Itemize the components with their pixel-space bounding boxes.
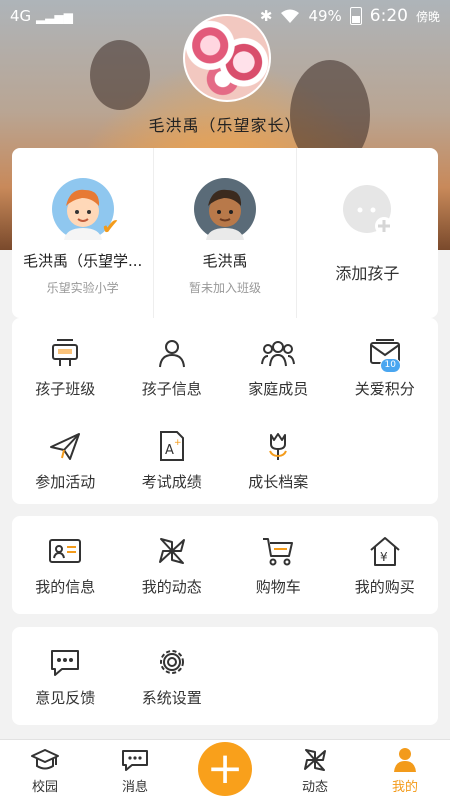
cart-icon — [263, 538, 294, 566]
tab-moments[interactable]: 动态 — [270, 740, 360, 801]
svg-text:A: A — [165, 443, 174, 458]
care-points-badge: 10 — [379, 358, 401, 373]
chat-icon — [51, 650, 80, 676]
class-label: 孩子班级 — [35, 380, 96, 398]
id-card-icon — [49, 539, 82, 563]
silhouette-child — [90, 40, 150, 110]
pinwheel-icon — [158, 538, 185, 564]
family-icon — [261, 341, 296, 367]
svg-text:¥: ¥ — [380, 550, 388, 564]
clock-time: 6:20 — [369, 6, 408, 26]
my-features-card: 我的信息 我的动态 购物车 ¥ 我的购买 — [12, 516, 438, 614]
pinwheel-tab-icon — [304, 749, 326, 771]
child-features-card: 孩子班级 孩子信息 家庭成员 10 关爱积分 参加活动 A + 考试成绩 成长档案 — [12, 318, 438, 504]
child-name-1: 毛洪禹（乐望学... — [23, 252, 143, 270]
child-name-2: 毛洪禹 — [202, 252, 248, 270]
grade-paper-icon: A + — [159, 431, 184, 461]
tab-messages[interactable]: 消息 — [90, 740, 180, 801]
boy-dark-avatar-icon — [205, 189, 244, 240]
tab-moments-label: 动态 — [301, 780, 328, 795]
child-school-1: 乐望实验小学 — [46, 281, 119, 295]
system-settings-label: 系统设置 — [141, 689, 202, 707]
settings-card: 意见反馈 系统设置 — [12, 627, 438, 725]
my-moments-button[interactable]: 我的动态 — [119, 516, 226, 602]
battery-percent: 49% — [308, 7, 342, 25]
my-moments-label: 我的动态 — [141, 578, 202, 596]
tulip-icon — [269, 433, 288, 460]
selected-check-icon: ✔ — [101, 215, 120, 240]
my-purchases-button[interactable]: ¥ 我的购买 — [332, 516, 439, 602]
child-info-button[interactable]: 孩子信息 — [119, 318, 226, 404]
svg-text:+: + — [174, 438, 182, 448]
graduation-cap-icon — [31, 749, 59, 770]
tab-messages-label: 消息 — [121, 780, 148, 795]
family-label: 家庭成员 — [248, 380, 309, 398]
family-button[interactable]: 家庭成员 — [225, 318, 332, 404]
feedback-label: 意见反馈 — [35, 689, 96, 707]
signal-icon: ▂▃▅▆ — [35, 10, 73, 24]
status-right: ✱ 49% 6:20 傍晚 — [260, 6, 440, 26]
my-purchases-label: 我的购买 — [354, 578, 415, 596]
network-label: 4G — [10, 7, 32, 25]
bluetooth-icon: ✱ — [259, 7, 273, 25]
system-settings-button[interactable]: 系统设置 — [119, 627, 226, 713]
exam-button[interactable]: A + 考试成绩 — [119, 411, 226, 497]
activity-button[interactable]: 参加活动 — [12, 411, 119, 497]
tab-mine-label: 我的 — [391, 780, 418, 795]
message-icon — [122, 750, 148, 771]
yen-house-icon: ¥ — [370, 537, 400, 566]
battery-icon — [349, 7, 362, 25]
signboard-icon — [52, 339, 79, 366]
cart-label: 购物车 — [255, 578, 301, 596]
add-child-avatar — [336, 178, 399, 240]
care-points-label: 关爱积分 — [354, 380, 415, 398]
child-item-1[interactable]: ✔ 毛洪禹（乐望学... 乐望实验小学 — [12, 148, 153, 318]
child-school-2: 暂未加入班级 — [188, 281, 261, 295]
children-card: ✔ 毛洪禹（乐望学... 乐望实验小学 毛洪禹 暂未加入班级 添加孩子 — [12, 148, 438, 318]
paper-plane-icon — [50, 433, 81, 460]
person-icon — [158, 340, 185, 368]
clock-period: 傍晚 — [415, 9, 440, 24]
add-post-button[interactable]: + — [198, 742, 252, 796]
my-info-label: 我的信息 — [35, 578, 96, 596]
my-info-button[interactable]: 我的信息 — [12, 516, 119, 602]
status-left: 4G ▂▃▅▆ — [10, 7, 73, 25]
add-child-icon — [343, 185, 394, 235]
add-child-label: 添加孩子 — [335, 264, 400, 283]
gear-icon — [159, 650, 184, 674]
tab-campus[interactable]: 校园 — [0, 740, 90, 801]
growth-label: 成长档案 — [248, 473, 309, 491]
wifi-icon — [281, 9, 300, 23]
feedback-button[interactable]: 意见反馈 — [12, 627, 119, 713]
child-item-2[interactable]: 毛洪禹 暂未加入班级 — [153, 148, 295, 318]
child-avatar-1: ✔ — [51, 178, 120, 240]
person-filled-icon — [394, 748, 416, 772]
exam-label: 考试成绩 — [141, 473, 202, 491]
cart-button[interactable]: 购物车 — [225, 516, 332, 602]
tab-mine[interactable]: 我的 — [360, 740, 450, 801]
child-avatar-2 — [193, 178, 256, 240]
growth-button[interactable]: 成长档案 — [225, 411, 332, 497]
care-points-button[interactable]: 10 关爱积分 — [332, 318, 439, 404]
profile-avatar[interactable] — [183, 14, 271, 102]
class-button[interactable]: 孩子班级 — [12, 318, 119, 404]
profile-name: 毛洪禹（乐望家长） — [148, 116, 302, 135]
add-child-button[interactable]: 添加孩子 — [295, 148, 438, 318]
tab-campus-label: 校园 — [31, 780, 58, 795]
activity-label: 参加活动 — [35, 473, 96, 491]
child-info-label: 孩子信息 — [141, 380, 202, 398]
